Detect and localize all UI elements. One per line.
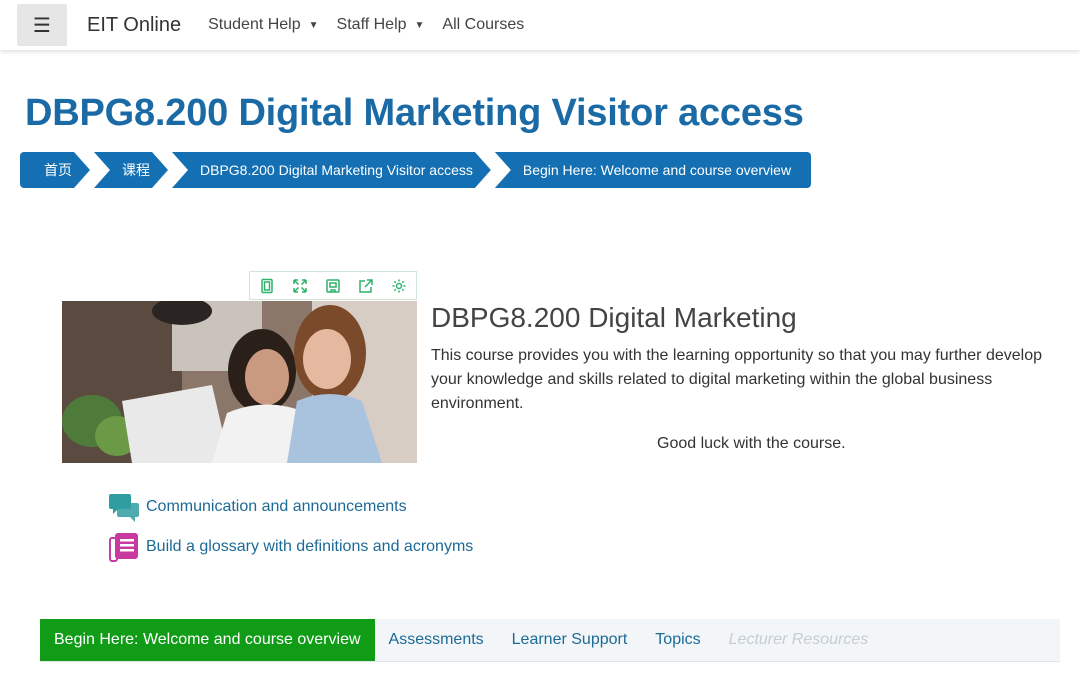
nav-student-help-label: Student Help [208,16,301,33]
course-closing-text: Good luck with the course. [657,435,846,452]
tab-begin-here[interactable]: Begin Here: Welcome and course overview [40,619,375,661]
fullpage-icon[interactable] [256,275,278,297]
tab-learner-support[interactable]: Learner Support [497,619,642,661]
glossary-icon [108,531,140,563]
breadcrumb-course[interactable]: DBPG8.200 Digital Marketing Visitor acce… [172,152,491,188]
expand-icon[interactable] [289,275,311,297]
top-navbar: ☰ EIT Online Student Help ▼ Staff Help ▼… [0,0,1080,50]
course-image [62,301,417,463]
gear-icon[interactable] [388,275,410,297]
hamburger-icon: ☰ [33,14,51,37]
nav-staff-help[interactable]: Staff Help ▼ [337,16,425,34]
share-icon[interactable] [355,275,377,297]
tab-lecturer-resources: Lecturer Resources [714,619,883,661]
course-heading: DBPG8.200 Digital Marketing [431,302,797,333]
menu-toggle-button[interactable]: ☰ [17,4,67,46]
breadcrumb-section[interactable]: Begin Here: Welcome and course overview [494,152,812,188]
save-icon[interactable] [322,275,344,297]
forum-icon [108,491,140,523]
section-tabs: Begin Here: Welcome and course overview … [40,619,1060,662]
nav-all-courses[interactable]: All Courses [442,16,524,34]
activity-forum-link[interactable]: Communication and announcements [146,498,407,516]
caret-down-icon: ▼ [308,19,319,31]
breadcrumb-courses[interactable]: 课程 [94,152,168,188]
image-toolbar [249,271,417,300]
course-description: This course provides you with the learni… [431,347,1042,412]
page-title: DBPG8.200 Digital Marketing Visitor acce… [25,92,804,134]
activity-forum[interactable]: Communication and announcements [108,491,407,523]
tab-topics[interactable]: Topics [641,619,715,661]
nav-staff-help-label: Staff Help [336,16,407,33]
activity-glossary-link[interactable]: Build a glossary with definitions and ac… [146,538,473,556]
nav-all-courses-label: All Courses [442,16,525,33]
caret-down-icon: ▼ [414,19,425,31]
tab-assessments[interactable]: Assessments [374,619,498,661]
nav-student-help[interactable]: Student Help ▼ [208,16,318,34]
breadcrumb-home[interactable]: 首页 [20,152,90,188]
activity-glossary[interactable]: Build a glossary with definitions and ac… [108,531,473,563]
breadcrumb: 首页 课程 DBPG8.200 Digital Marketing Visito… [20,152,815,188]
tab-bar-filler [882,619,1060,661]
site-brand[interactable]: EIT Online [87,14,181,37]
